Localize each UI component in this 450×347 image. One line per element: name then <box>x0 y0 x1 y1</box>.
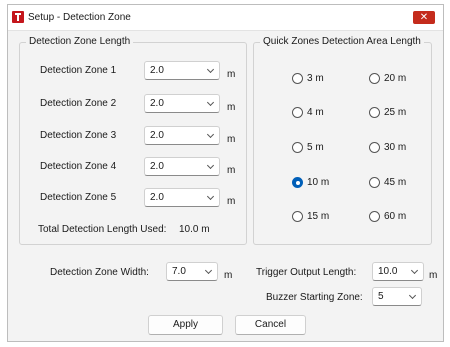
setup-detection-zone-dialog: Setup - Detection Zone ✕ Detection Zone … <box>7 4 444 342</box>
quick-zone-radio-10m[interactable] <box>292 177 303 188</box>
group-title: Quick Zones Detection Area Length <box>260 36 424 47</box>
trigger-output-label: Trigger Output Length: <box>256 267 357 278</box>
quick-zone-radio-15m[interactable] <box>292 211 303 222</box>
total-length-value: 10.0 m <box>179 224 210 235</box>
quick-zone-label-4m: 4 m <box>307 107 324 118</box>
cancel-button[interactable]: Cancel <box>235 315 306 335</box>
quick-zone-radio-5m[interactable] <box>292 142 303 153</box>
zone-1-label: Detection Zone 1 <box>40 65 117 76</box>
zone-4-unit: m <box>227 165 236 176</box>
quick-zone-radio-45m[interactable] <box>369 177 380 188</box>
zone-5-value: 2.0 <box>150 192 164 203</box>
trigger-output-value: 10.0 <box>378 266 398 277</box>
zone-width-value: 7.0 <box>172 266 186 277</box>
quick-zone-radio-25m[interactable] <box>369 107 380 118</box>
chevron-down-icon <box>206 98 215 107</box>
zone-4-label: Detection Zone 4 <box>40 161 117 172</box>
close-button[interactable]: ✕ <box>413 11 435 24</box>
quick-zone-label-45m: 45 m <box>384 177 407 188</box>
zone-3-label: Detection Zone 3 <box>40 130 117 141</box>
group-title: Detection Zone Length <box>26 36 134 47</box>
quick-zone-label-30m: 30 m <box>384 142 407 153</box>
zone-2-unit: m <box>227 102 236 113</box>
quick-zone-radio-4m[interactable] <box>292 107 303 118</box>
quick-zones-group: Quick Zones Detection Area Length 3 m 4 … <box>253 36 432 245</box>
chevron-down-icon <box>206 161 215 170</box>
title-bar: Setup - Detection Zone ✕ <box>8 5 443 31</box>
chevron-down-icon <box>204 266 213 275</box>
quick-zone-label-25m: 25 m <box>384 107 407 118</box>
zone-width-label: Detection Zone Width: <box>50 267 149 278</box>
quick-zone-label-60m: 60 m <box>384 211 407 222</box>
zone-3-value: 2.0 <box>150 130 164 141</box>
zone-4-value: 2.0 <box>150 161 164 172</box>
buzzer-zone-select[interactable]: 5 <box>372 287 422 306</box>
chevron-down-icon <box>206 65 215 74</box>
zone-2-label: Detection Zone 2 <box>40 98 117 109</box>
quick-zone-label-10m: 10 m <box>307 177 330 188</box>
app-icon <box>12 11 24 23</box>
zone-5-select[interactable]: 2.0 <box>144 188 220 207</box>
quick-zone-radio-30m[interactable] <box>369 142 380 153</box>
quick-zone-label-20m: 20 m <box>384 73 407 84</box>
chevron-down-icon <box>206 130 215 139</box>
zone-2-select[interactable]: 2.0 <box>144 94 220 113</box>
zone-3-unit: m <box>227 134 236 145</box>
quick-zone-radio-60m[interactable] <box>369 211 380 222</box>
zone-width-select[interactable]: 7.0 <box>166 262 218 281</box>
trigger-output-unit: m <box>429 270 438 281</box>
zone-width-unit: m <box>224 270 233 281</box>
quick-zone-radio-3m[interactable] <box>292 73 303 84</box>
zone-5-unit: m <box>227 196 236 207</box>
quick-zone-label-15m: 15 m <box>307 211 330 222</box>
chevron-down-icon <box>408 291 417 300</box>
quick-zone-label-5m: 5 m <box>307 142 324 153</box>
chevron-down-icon <box>206 192 215 201</box>
zone-5-label: Detection Zone 5 <box>40 192 117 203</box>
window-title: Setup - Detection Zone <box>28 12 131 23</box>
zone-1-unit: m <box>227 69 236 80</box>
chevron-down-icon <box>410 266 419 275</box>
detection-zone-length-group: Detection Zone Length Detection Zone 1 2… <box>19 36 247 245</box>
zone-4-select[interactable]: 2.0 <box>144 157 220 176</box>
close-icon: ✕ <box>419 12 429 23</box>
trigger-output-select[interactable]: 10.0 <box>372 262 424 281</box>
zone-1-select[interactable]: 2.0 <box>144 61 220 80</box>
quick-zone-radio-20m[interactable] <box>369 73 380 84</box>
total-length-label: Total Detection Length Used: <box>38 224 167 235</box>
zone-2-value: 2.0 <box>150 98 164 109</box>
zone-1-value: 2.0 <box>150 65 164 76</box>
buzzer-zone-value: 5 <box>378 291 384 302</box>
quick-zone-label-3m: 3 m <box>307 73 324 84</box>
buzzer-zone-label: Buzzer Starting Zone: <box>266 292 363 303</box>
zone-3-select[interactable]: 2.0 <box>144 126 220 145</box>
apply-button[interactable]: Apply <box>148 315 223 335</box>
